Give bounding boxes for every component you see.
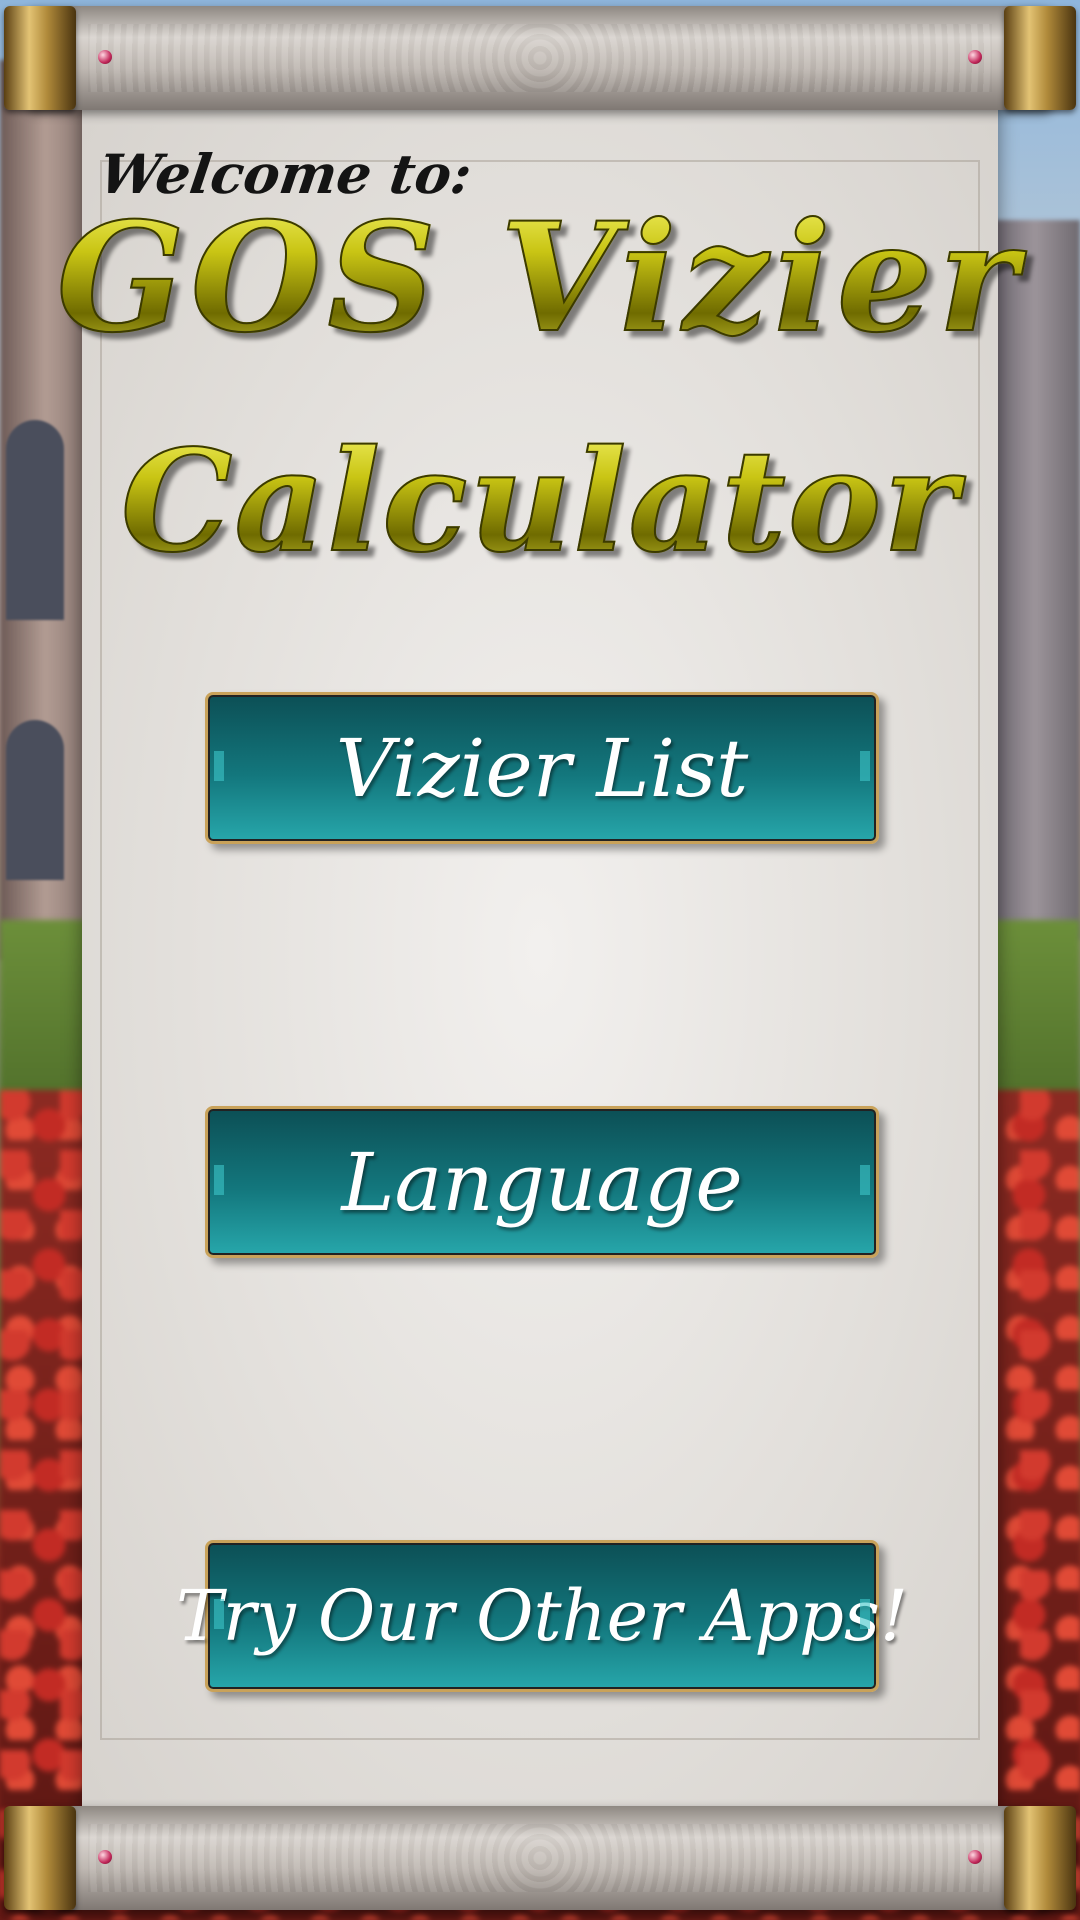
app-title-line2: Calculator [0,419,1080,585]
roller-ornament [88,1824,992,1892]
roller-ornament [88,24,992,92]
vizier-list-label: Vizier List [335,721,749,815]
scroll-roller-bottom [4,1806,1076,1910]
other-apps-label: Try Our Other Apps! [175,1575,909,1657]
gem-icon [98,1850,112,1864]
roller-cap-left [4,1806,76,1910]
palace-window [6,720,64,880]
gem-icon [968,50,982,64]
vizier-list-button[interactable]: Vizier List [205,692,879,844]
language-button[interactable]: Language [205,1106,879,1258]
parchment-border [100,160,980,1740]
roller-cap-right [1004,1806,1076,1910]
language-label: Language [341,1135,743,1229]
roller-cap-left [4,6,76,110]
gem-icon [98,50,112,64]
gem-icon [968,1850,982,1864]
scroll-roller-top [4,6,1076,110]
app-title-line1: GOS Vizier [0,189,1080,367]
roller-cap-right [1004,6,1076,110]
other-apps-button[interactable]: Try Our Other Apps! [176,1540,908,1692]
